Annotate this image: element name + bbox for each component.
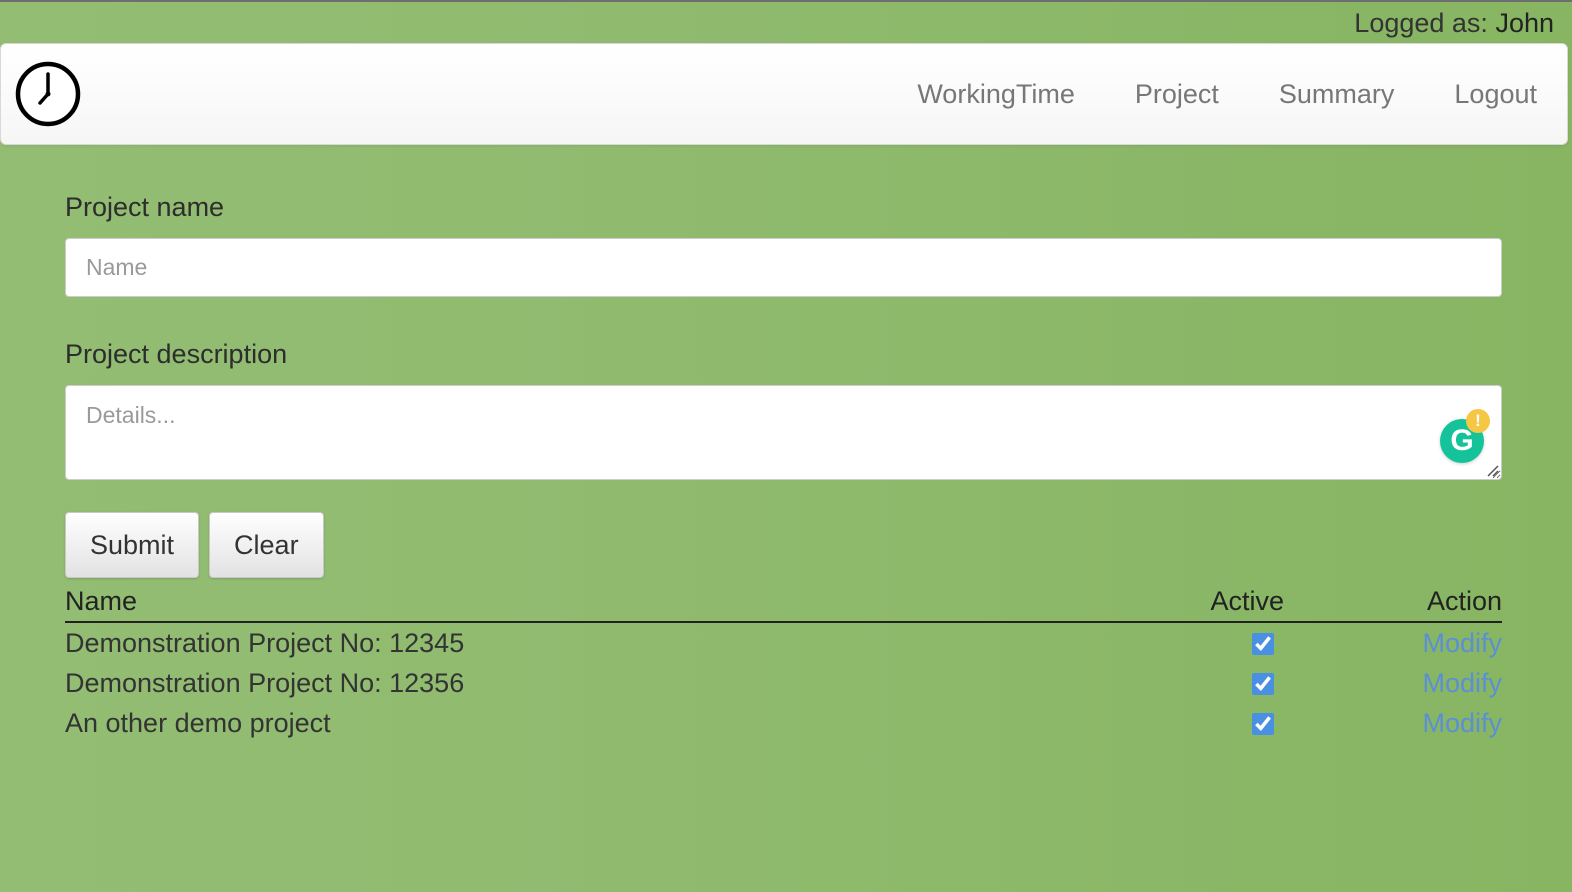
table-row: Demonstration Project No: 12345 Modify	[65, 622, 1502, 663]
active-checkbox[interactable]	[1252, 673, 1274, 696]
active-cell	[1084, 703, 1284, 743]
column-header-name: Name	[65, 581, 1084, 623]
form-buttons: Submit Clear	[65, 512, 1502, 578]
column-header-active: Active	[1084, 581, 1284, 623]
active-checkbox[interactable]	[1252, 713, 1274, 736]
active-checkbox[interactable]	[1252, 633, 1274, 656]
action-cell: Modify	[1284, 622, 1502, 663]
project-name-cell: An other demo project	[65, 707, 331, 738]
project-description-input[interactable]	[65, 385, 1502, 480]
project-name-input[interactable]	[65, 238, 1502, 297]
user-name: John	[1495, 8, 1554, 38]
table-row: An other demo project Modify	[65, 703, 1502, 743]
table-header-row: Name Active Action	[65, 581, 1502, 623]
nav-link-workingtime[interactable]: WorkingTime	[917, 79, 1075, 110]
clear-button[interactable]: Clear	[209, 512, 324, 578]
project-description-label: Project description	[65, 339, 288, 369]
project-description-wrapper: G !	[65, 385, 1502, 480]
nav-link-project[interactable]: Project	[1135, 79, 1219, 110]
project-form: Project name Project description G ! Sub…	[65, 182, 1502, 743]
submit-button[interactable]: Submit	[65, 512, 200, 578]
navbar: WorkingTime Project Summary Logout	[0, 43, 1568, 145]
project-name-cell: Demonstration Project No: 12345	[65, 627, 465, 658]
action-cell: Modify	[1284, 663, 1502, 703]
column-header-action: Action	[1284, 581, 1502, 623]
project-name-label: Project name	[65, 192, 225, 222]
project-name-cell: Demonstration Project No: 12356	[65, 667, 465, 698]
action-cell: Modify	[1284, 703, 1502, 743]
modify-link[interactable]: Modify	[1422, 668, 1502, 698]
nav-links: WorkingTime Project Summary Logout	[917, 44, 1537, 144]
projects-table: Name Active Action Demonstration Project…	[65, 581, 1502, 743]
clock-icon[interactable]	[15, 61, 81, 127]
modify-link[interactable]: Modify	[1422, 628, 1502, 658]
grammarly-alert-badge: !	[1466, 409, 1490, 433]
active-cell	[1084, 663, 1284, 703]
grammarly-icon[interactable]: G !	[1440, 409, 1490, 463]
nav-link-logout[interactable]: Logout	[1454, 79, 1537, 110]
modify-link[interactable]: Modify	[1422, 708, 1502, 738]
table-row: Demonstration Project No: 12356 Modify	[65, 663, 1502, 703]
logged-as-label: Logged as:	[1354, 8, 1488, 38]
resize-grip-icon[interactable]	[1485, 463, 1499, 477]
logged-in-user: Logged as: John	[1354, 4, 1554, 42]
nav-link-summary[interactable]: Summary	[1279, 79, 1395, 110]
active-cell	[1084, 622, 1284, 663]
